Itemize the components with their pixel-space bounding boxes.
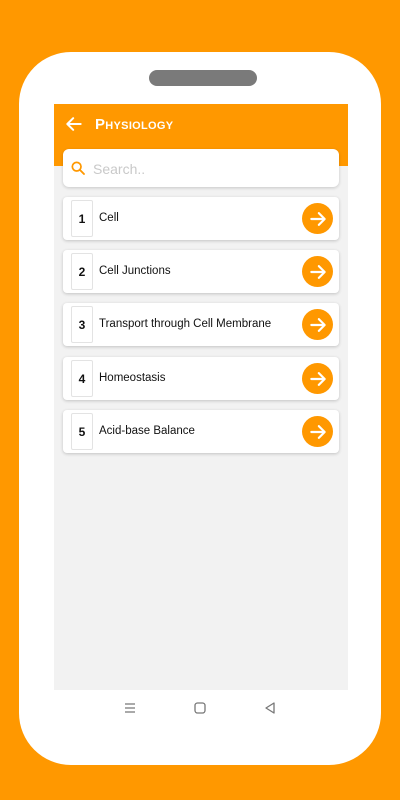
open-topic-button[interactable] (302, 363, 333, 394)
topic-item-acid-base[interactable]: 5 Acid-base Balance (63, 410, 339, 453)
open-topic-button[interactable] (302, 203, 333, 234)
menu-icon[interactable] (122, 700, 138, 716)
home-square-icon[interactable] (192, 700, 208, 716)
open-topic-button[interactable] (302, 256, 333, 287)
arrow-right-icon (309, 211, 326, 226)
topic-label: Cell (99, 212, 119, 224)
arrow-right-icon (309, 371, 326, 386)
topic-number: 5 (71, 413, 93, 450)
topic-number: 1 (71, 200, 93, 237)
topic-label: Acid-base Balance (99, 425, 195, 437)
page-title: Physiology (95, 116, 174, 133)
topic-label: Homeostasis (99, 372, 166, 384)
arrow-right-icon (309, 317, 326, 332)
topic-item-cell[interactable]: 1 Cell (63, 197, 339, 240)
topic-item-cell-junctions[interactable]: 2 Cell Junctions (63, 250, 339, 293)
topic-item-homeostasis[interactable]: 4 Homeostasis (63, 357, 339, 400)
arrow-right-icon (309, 264, 326, 279)
topic-number: 4 (71, 360, 93, 397)
search-bar[interactable] (63, 149, 339, 187)
search-icon (71, 161, 85, 175)
topic-label: Transport through Cell Membrane (99, 318, 272, 330)
app-screen: Physiology 1 Cell 2 Cell Junctions 3 Tra… (54, 104, 348, 690)
topic-number: 3 (71, 306, 93, 343)
open-topic-button[interactable] (302, 416, 333, 447)
arrow-left-icon[interactable] (64, 114, 84, 134)
phone-speaker (149, 70, 257, 86)
back-triangle-icon[interactable] (262, 700, 278, 716)
topic-number: 2 (71, 253, 93, 290)
open-topic-button[interactable] (302, 309, 333, 340)
topic-label: Cell Junctions (99, 265, 171, 277)
topic-item-transport[interactable]: 3 Transport through Cell Membrane (63, 303, 339, 346)
arrow-right-icon (309, 424, 326, 439)
search-input[interactable] (91, 157, 335, 181)
